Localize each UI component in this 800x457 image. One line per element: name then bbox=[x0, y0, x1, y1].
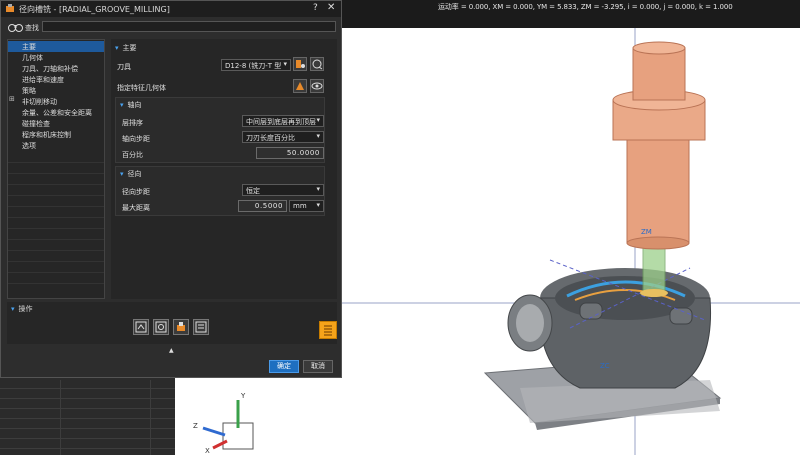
tree-item-stock[interactable]: 余量、公差和安全距离 bbox=[8, 107, 104, 118]
generate-button[interactable] bbox=[319, 321, 337, 339]
list-divider bbox=[150, 380, 151, 455]
zc-label: ZC bbox=[600, 362, 610, 370]
triad-x-label: X bbox=[205, 447, 210, 455]
tree-item-non-cutting[interactable]: ⊞ 非切削移动 bbox=[8, 95, 104, 107]
help-button[interactable]: ? bbox=[313, 3, 318, 13]
tool-holder-top bbox=[632, 47, 686, 101]
axial-subsection: ▾ 轴向 层排序 中间层到底层再到顶层 ▾ 轴向步距 刀刃长度百分比 ▾ 百分比 50… bbox=[115, 97, 325, 163]
tool-holder-cap bbox=[632, 41, 686, 55]
tree-item-tool-axis[interactable]: 刀具、刀轴和补偿 bbox=[8, 63, 104, 74]
verify-button[interactable] bbox=[173, 319, 189, 335]
main-parameter-panel: ▾ 主要 刀具 D12-8 (铣刀-T 型 ▾ 指定特征几何体 ▾ 轴向 层排序 中间… bbox=[111, 39, 337, 299]
display-feature-button[interactable] bbox=[310, 79, 324, 93]
tree-item-main[interactable]: 主要 bbox=[8, 41, 104, 52]
tool-select[interactable]: D12-8 (铣刀-T 型 ▾ bbox=[221, 59, 291, 71]
collapse-arrow-icon[interactable]: ▲ bbox=[169, 347, 174, 354]
section-main-header[interactable]: ▾ 主要 bbox=[115, 43, 137, 53]
search-label: 查找 bbox=[25, 24, 39, 32]
dialog-title-bar[interactable]: 径向槽铣 - [RADIAL_GROOVE_MILLING] ? ✕ bbox=[1, 1, 341, 17]
new-tool-button[interactable] bbox=[310, 57, 324, 71]
search-row: 查找 bbox=[5, 20, 339, 34]
section-axial-header[interactable]: ▾ 轴向 bbox=[120, 100, 142, 110]
binoculars-icon bbox=[8, 24, 23, 32]
list-button[interactable] bbox=[193, 319, 209, 335]
triad-z-label: Z bbox=[193, 422, 198, 430]
axial-step-select[interactable]: 刀刃长度百分比 ▾ bbox=[242, 131, 324, 143]
background-list-panel bbox=[0, 380, 175, 455]
chevron-down-icon: ▾ bbox=[316, 201, 320, 209]
triad-y-label: Y bbox=[240, 392, 246, 400]
parameter-tree: 主要 几何体 刀具、刀轴和补偿 进给率和速度 策略 ⊞ 非切削移动 余量、公差和安… bbox=[7, 39, 105, 299]
feature-geometry-icon bbox=[296, 82, 304, 90]
verify-icon bbox=[177, 322, 185, 331]
tree-item-program[interactable]: 程序和机床控制 bbox=[8, 129, 104, 140]
boss-left bbox=[579, 302, 603, 320]
layer-order-label: 层排序 bbox=[122, 119, 143, 127]
max-distance-input[interactable]: 0.5000 bbox=[238, 200, 287, 212]
tree-item-options[interactable]: 选项 bbox=[8, 140, 104, 151]
stacked-lines-icon bbox=[324, 325, 332, 336]
chevron-down-icon: ▾ bbox=[316, 116, 320, 124]
view-triad: Y Z X bbox=[193, 392, 254, 455]
generate-icon bbox=[135, 321, 147, 333]
collapse-caret-icon: ▾ bbox=[115, 44, 119, 52]
percent-input[interactable]: 50.0000 bbox=[256, 147, 324, 159]
close-button[interactable]: ✕ bbox=[327, 2, 335, 13]
section-radial-header[interactable]: ▾ 径向 bbox=[120, 169, 142, 179]
tool-holder bbox=[626, 137, 690, 244]
expand-icon[interactable]: ⊞ bbox=[9, 95, 15, 103]
chevron-down-icon: ▾ bbox=[283, 60, 287, 68]
tree-item-strategy[interactable]: 策略 bbox=[8, 85, 104, 96]
replay-icon bbox=[155, 321, 167, 333]
max-distance-unit-select[interactable]: mm ▾ bbox=[289, 200, 324, 212]
tree-item-geometry[interactable]: 几何体 bbox=[8, 52, 104, 63]
radial-step-select[interactable]: 恒定 ▾ bbox=[242, 184, 324, 196]
operations-section: ▾ 操作 bbox=[7, 302, 337, 344]
collapse-caret-icon: ▾ bbox=[11, 305, 15, 313]
radial-step-label: 径向步距 bbox=[122, 188, 150, 196]
list-icon bbox=[195, 321, 207, 333]
tree-item-collision[interactable]: 碰撞检查 bbox=[8, 118, 104, 129]
operations-header[interactable]: ▾ 操作 bbox=[11, 304, 33, 314]
replay-button[interactable] bbox=[153, 319, 169, 335]
operation-icon bbox=[6, 4, 14, 12]
ok-button[interactable]: 确定 bbox=[269, 360, 299, 373]
coordinate-status-text: 运动率 = 0.000, XM = 0.000, YM = 5.833, ZM … bbox=[438, 3, 733, 11]
radial-subsection: ▾ 径向 径向步距 恒定 ▾ 最大距离 0.5000 mm ▾ bbox=[115, 166, 325, 216]
eye-icon bbox=[311, 82, 323, 90]
collapse-caret-icon: ▾ bbox=[120, 170, 124, 178]
cancel-button[interactable]: 取消 bbox=[303, 360, 333, 373]
tool-search-icon bbox=[312, 59, 323, 70]
tool-edit-icon bbox=[296, 60, 305, 68]
generate-toolpath-button[interactable] bbox=[133, 319, 149, 335]
zm-label: ZM bbox=[641, 228, 652, 236]
list-divider bbox=[60, 380, 61, 455]
search-input[interactable] bbox=[42, 21, 336, 32]
tool-tip bbox=[640, 289, 668, 297]
chevron-down-icon: ▾ bbox=[316, 132, 320, 140]
collapse-caret-icon: ▾ bbox=[120, 101, 124, 109]
tree-item-feeds-speeds[interactable]: 进给率和速度 bbox=[8, 74, 104, 85]
side-port-inner bbox=[516, 304, 544, 342]
axial-step-label: 轴向步距 bbox=[122, 135, 150, 143]
dialog-title: 径向槽铣 - [RADIAL_GROOVE_MILLING] bbox=[19, 5, 170, 14]
tool-holder-bottom bbox=[626, 236, 690, 250]
tool-label: 刀具 bbox=[117, 63, 131, 71]
percent-label: 百分比 bbox=[122, 151, 143, 159]
select-feature-button[interactable] bbox=[293, 79, 307, 93]
triad-z-axis bbox=[202, 426, 226, 437]
feature-geometry-label: 指定特征几何体 bbox=[117, 84, 166, 92]
max-distance-label: 最大距离 bbox=[122, 204, 150, 212]
edit-tool-button[interactable] bbox=[293, 57, 307, 71]
layer-order-select[interactable]: 中间层到底层再到顶层 ▾ bbox=[242, 115, 324, 127]
chevron-down-icon: ▾ bbox=[316, 185, 320, 193]
radial-groove-milling-dialog: 径向槽铣 - [RADIAL_GROOVE_MILLING] ? ✕ 查找 主要… bbox=[0, 0, 342, 378]
